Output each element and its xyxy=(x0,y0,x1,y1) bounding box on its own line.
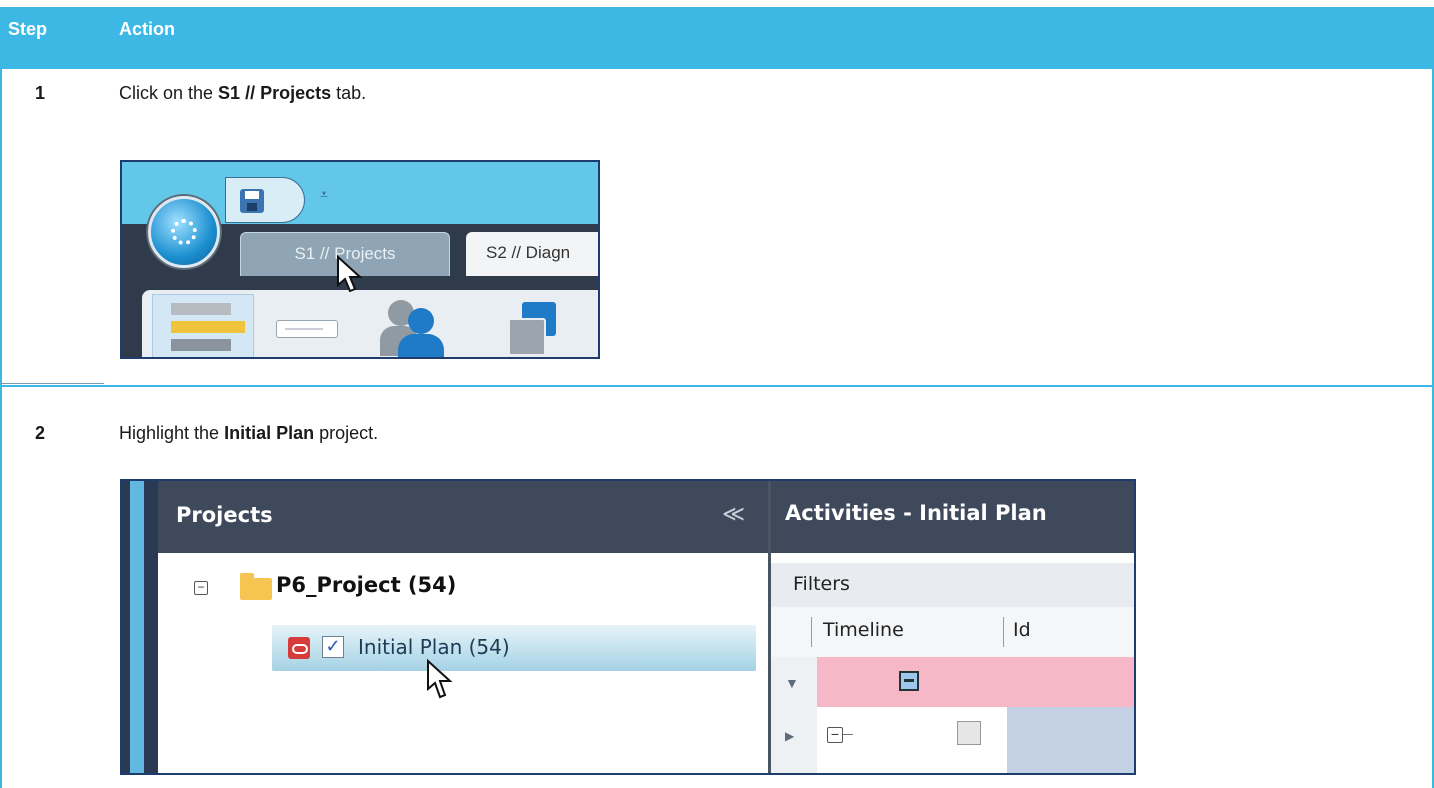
step-1-instruction: Click on the S1 // Projects tab. xyxy=(119,83,367,103)
bar-view-icon[interactable] xyxy=(276,320,338,338)
tab-s2-diagnostics[interactable]: S2 // Diagn xyxy=(466,232,598,276)
column-header-row: Timeline Id xyxy=(771,607,1134,658)
save-icon[interactable] xyxy=(240,189,264,213)
step-number-2: 2 xyxy=(35,423,46,443)
collapse-row-icon[interactable]: − xyxy=(827,727,843,743)
row-expand-icon[interactable]: ▶ xyxy=(785,729,794,743)
column-header-id[interactable]: Id xyxy=(1013,619,1031,641)
activities-panel-header: Activities - Initial Plan xyxy=(771,481,1134,553)
side-strip-dark xyxy=(144,481,158,773)
side-strip-accent xyxy=(130,481,144,773)
table-border-left xyxy=(0,69,2,788)
header-action: Action xyxy=(119,19,175,39)
table-header: Step Action xyxy=(0,7,1434,69)
header-step: Step xyxy=(8,19,48,39)
side-strip xyxy=(122,481,130,773)
mouse-pointer-icon xyxy=(427,659,453,699)
row-divider-accent xyxy=(0,383,104,384)
collapse-node-icon[interactable]: − xyxy=(194,581,208,595)
filter-row: ▼ xyxy=(771,657,1134,707)
row-checkbox[interactable] xyxy=(957,721,981,745)
activities-panel-title: Activities - Initial Plan xyxy=(785,501,1047,525)
projects-panel-header: Projects ≪ xyxy=(158,481,768,553)
projects-panel: Projects ≪ − P6_Project (54) ✓ Initial P… xyxy=(158,481,771,773)
filter-funnel-icon: ▼ xyxy=(785,675,799,691)
project-status-icon xyxy=(288,637,310,659)
filters-bar[interactable]: Filters xyxy=(771,563,1134,608)
timeline-filter-icon[interactable] xyxy=(899,671,919,691)
mouse-pointer-icon xyxy=(337,255,363,293)
column-header-timeline[interactable]: Timeline xyxy=(823,619,904,641)
screenshot-projects-tab: ⩡ S1 // Projects S2 // Diagn xyxy=(120,160,600,359)
project-name-label: Initial Plan (54) xyxy=(358,635,510,659)
customize-toolbar-icon[interactable]: ⩡ xyxy=(320,186,328,203)
folder-icon xyxy=(240,573,272,600)
id-cell xyxy=(1007,707,1134,773)
activities-panel: Activities - Initial Plan Filters Timeli… xyxy=(771,481,1134,773)
step-number-1: 1 xyxy=(35,83,46,103)
projects-panel-title: Projects xyxy=(176,503,273,527)
row-divider xyxy=(0,385,1434,387)
projects-view-icon[interactable] xyxy=(152,294,254,357)
app-menu-orb-icon[interactable] xyxy=(148,196,220,268)
screenshot-projects-panel: Projects ≪ − P6_Project (54) ✓ Initial P… xyxy=(120,479,1136,775)
quick-access-toolbar xyxy=(225,177,305,223)
filters-label: Filters xyxy=(793,573,850,595)
project-row-initial-plan[interactable]: ✓ Initial Plan (54) xyxy=(272,625,756,671)
step-2-instruction: Highlight the Initial Plan project. xyxy=(119,423,379,443)
collapse-panel-icon[interactable]: ≪ xyxy=(722,501,745,527)
project-checkbox[interactable]: ✓ xyxy=(322,636,344,658)
tree-root-label[interactable]: P6_Project (54) xyxy=(276,573,456,597)
table-row[interactable]: ▶ − xyxy=(771,707,1134,773)
